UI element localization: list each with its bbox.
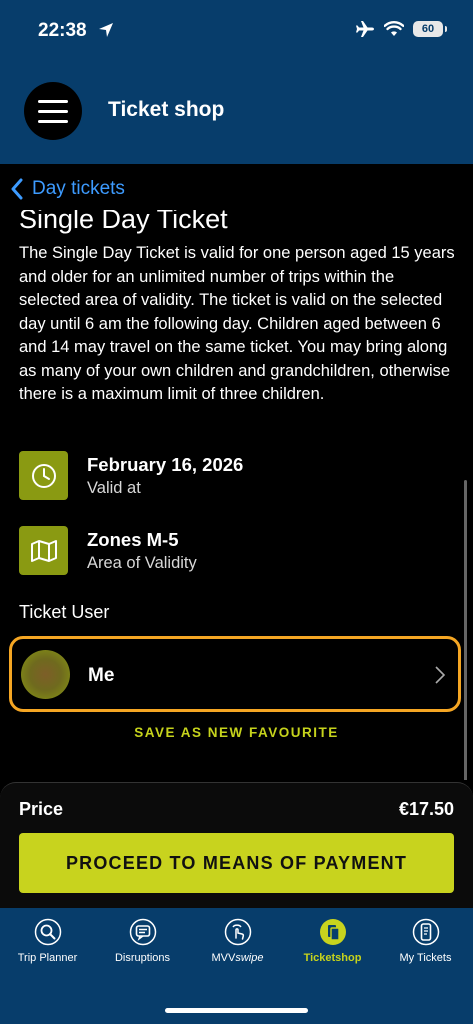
- status-icons: 60: [355, 20, 447, 38]
- swipe-icon: [224, 918, 251, 946]
- avatar: [21, 650, 70, 699]
- tab-disruptions[interactable]: Disruptions: [95, 918, 190, 964]
- tab-bar: Trip Planner Disruptions MVVswipe Ticket…: [0, 908, 473, 1024]
- proceed-payment-button[interactable]: PROCEED TO MEANS OF PAYMENT: [19, 833, 454, 893]
- tab-label-em: swipe: [235, 952, 264, 964]
- location-arrow-icon: [99, 23, 113, 37]
- clock-icon: [19, 451, 68, 500]
- home-indicator: [165, 1008, 308, 1013]
- tab-label: Ticketshop: [303, 952, 362, 964]
- menu-line: [38, 119, 68, 123]
- tab-mvv-swipe[interactable]: MVVswipe: [190, 918, 285, 964]
- disruptions-icon: [129, 918, 156, 946]
- page-title: Ticket shop: [108, 98, 225, 121]
- back-link[interactable]: Day tickets: [10, 178, 125, 200]
- tab-my-tickets[interactable]: My Tickets: [378, 918, 473, 964]
- zones-label: Area of Validity: [87, 553, 197, 572]
- zones-text: Zones M-5 Area of Validity: [87, 529, 197, 573]
- status-time: 22:38: [38, 20, 87, 41]
- tab-label: Trip Planner: [17, 952, 78, 964]
- zones-value: Zones M-5: [87, 528, 179, 550]
- ticket-user-name: Me: [88, 665, 115, 686]
- chevron-right-icon: [435, 666, 446, 684]
- menu-line: [38, 109, 68, 113]
- phone-ticket-icon: [412, 918, 439, 946]
- back-label: Day tickets: [32, 178, 125, 199]
- chevron-left-icon: [11, 178, 23, 200]
- map-icon: [19, 526, 68, 575]
- menu-line: [38, 99, 68, 103]
- search-icon: [34, 918, 61, 946]
- product-title: Single Day Ticket: [19, 210, 228, 234]
- valid-date-text: February 16, 2026 Valid at: [87, 454, 243, 498]
- valid-date-label: Valid at: [87, 478, 141, 497]
- product-description: The Single Day Ticket is valid for one p…: [19, 244, 455, 403]
- tab-label: Disruptions: [114, 952, 171, 964]
- price-label: Price: [19, 799, 64, 819]
- tab-label: My Tickets: [399, 952, 452, 964]
- tab-label-main: MVV: [211, 952, 236, 964]
- airplane-icon: [356, 21, 374, 37]
- save-favourite-button[interactable]: SAVE AS NEW FAVOURITE: [0, 725, 473, 740]
- tab-trip-planner[interactable]: Trip Planner: [0, 918, 95, 964]
- menu-button[interactable]: [24, 82, 82, 140]
- wifi-icon: [384, 21, 404, 36]
- price-value: €17.50: [398, 799, 454, 819]
- ticket-user-label: Ticket User: [19, 602, 110, 622]
- price-panel: Price €17.50 PROCEED TO MEANS OF PAYMENT: [0, 782, 473, 908]
- valid-date: February 16, 2026: [87, 453, 244, 475]
- zones-row: Zones M-5 Area of Validity: [19, 526, 197, 575]
- ticketshop-icon: [319, 919, 346, 945]
- status-bar: 22:38 60: [0, 0, 473, 60]
- top-bar: 22:38 60 Ticket shop: [0, 0, 473, 164]
- battery-icon: 60: [413, 21, 447, 37]
- valid-date-row: February 16, 2026 Valid at: [19, 451, 243, 500]
- tab-ticketshop[interactable]: Ticketshop: [285, 918, 380, 964]
- tab-label: MVVswipe: [190, 952, 285, 964]
- ticket-user-selector[interactable]: Me: [9, 636, 461, 712]
